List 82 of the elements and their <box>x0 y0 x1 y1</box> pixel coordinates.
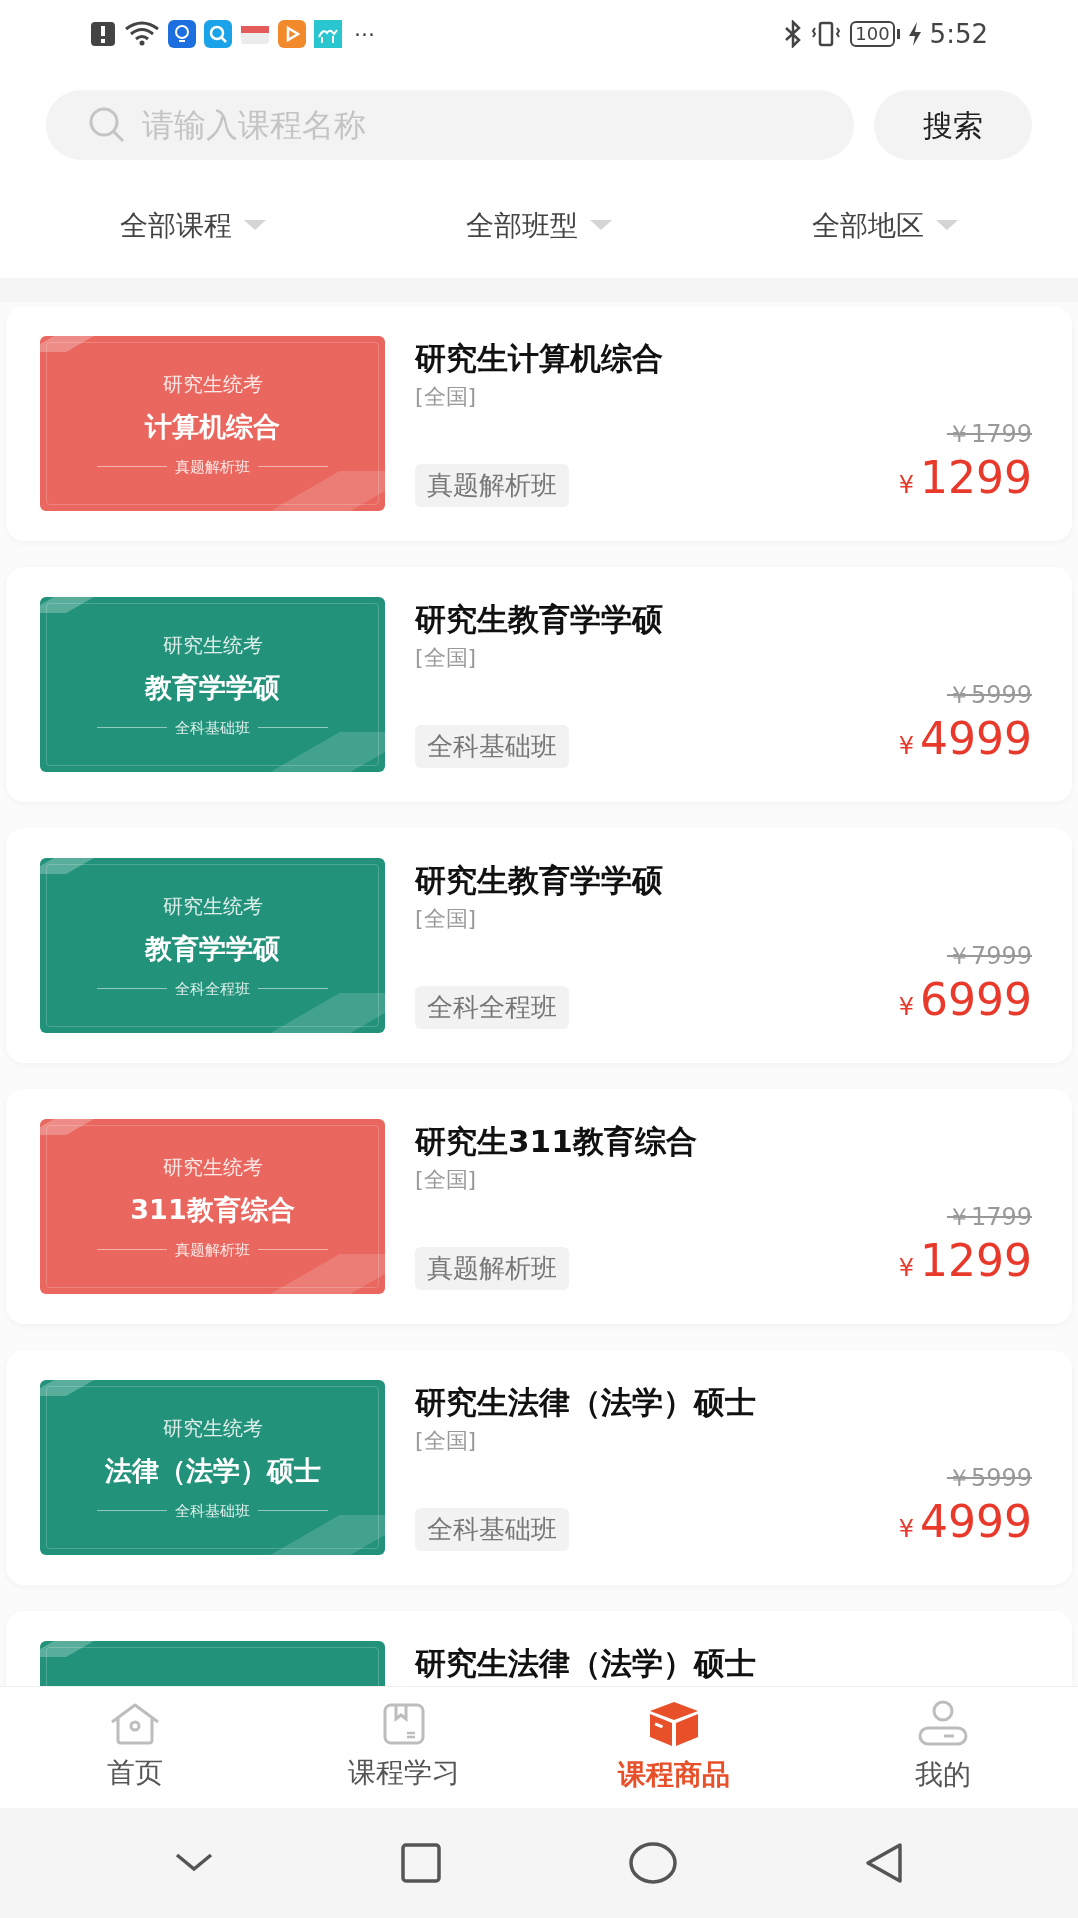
cover-caption: 真题解析班 <box>175 456 250 478</box>
course-title: 研究生教育学学硕 <box>415 600 664 639</box>
battery-indicator: 100 <box>850 21 900 47</box>
course-region: [全国] <box>415 644 478 672</box>
camel-app-icon <box>314 20 342 48</box>
search-app-icon <box>204 20 232 48</box>
class-type-tag: 真题解析班 <box>415 464 569 507</box>
course-card[interactable]: 研究生法律（法学）硕士 <box>6 1611 1072 1686</box>
sale-price: ¥1299 <box>898 1235 1032 1288</box>
nav-tab[interactable]: 我的 <box>853 1699 1034 1796</box>
course-region: [全国] <box>415 383 478 411</box>
sale-price: ¥4999 <box>898 1496 1032 1549</box>
cover-subtitle: 研究生统考 <box>162 1154 263 1181</box>
caret-icon <box>936 220 958 232</box>
corner-stripe <box>40 1641 94 1657</box>
course-card[interactable]: 研究生统考 计算机综合 真题解析班 研究生计算机综合 [全国] 真题解析班 ￥1799 ¥1299 <box>6 306 1072 541</box>
cover-title: 法律（法学）硕士 <box>104 1454 321 1488</box>
original-price: ￥1799 <box>946 419 1032 450</box>
sale-price: ¥6999 <box>898 974 1032 1027</box>
cover-caption: 全科基础班 <box>175 1500 250 1522</box>
course-title: 研究生计算机综合 <box>415 339 664 378</box>
course-title: 研究生教育学学硕 <box>415 861 664 900</box>
cover-caption: 真题解析班 <box>175 1239 250 1261</box>
course-title: 研究生法律（法学）硕士 <box>415 1383 757 1422</box>
home-circle-icon[interactable] <box>628 1842 677 1884</box>
filter-dropdown[interactable]: 全部课程 <box>120 205 266 247</box>
class-type-tag: 全科基础班 <box>415 725 569 768</box>
cover-subtitle: 研究生统考 <box>162 371 263 398</box>
bulb-app-icon <box>168 20 196 48</box>
original-price: ￥1799 <box>946 1202 1032 1233</box>
original-price: ￥5999 <box>946 1463 1032 1494</box>
course-region: [全国] <box>415 1427 478 1455</box>
clock-time: 5:52 <box>929 17 988 51</box>
charging-icon <box>907 21 922 47</box>
wifi-icon <box>124 21 160 47</box>
course-card[interactable]: 研究生统考 教育学学硕 全科基础班 研究生教育学学硕 [全国] 全科基础班 ￥5999 ¥4999 <box>6 567 1072 802</box>
filter-dropdown[interactable]: 全部班型 <box>466 205 612 247</box>
cover-title: 计算机综合 <box>145 410 280 444</box>
original-price: ￥7999 <box>946 941 1032 972</box>
class-type-tag: 真题解析班 <box>415 1247 569 1290</box>
class-type-tag: 全科基础班 <box>415 1508 569 1551</box>
caret-icon <box>590 220 612 232</box>
cover-title: 311教育综合 <box>130 1193 295 1227</box>
alert-icon <box>90 21 116 47</box>
cover-subtitle: 研究生统考 <box>162 893 263 920</box>
cover-title: 教育学学硕 <box>145 671 280 705</box>
course-card[interactable]: 研究生统考 法律（法学）硕士 全科基础班 研究生法律（法学）硕士 [全国] 全科基础班 ￥5999 ¥4999 <box>6 1350 1072 1585</box>
corner-stripe <box>40 597 94 613</box>
chevron-down-icon[interactable] <box>173 1852 214 1874</box>
sale-price: ¥4999 <box>898 713 1032 766</box>
nav-tab[interactable]: 课程学习 <box>314 1701 495 1794</box>
vibrate-icon <box>810 20 843 48</box>
sale-price: ¥1299 <box>898 452 1032 505</box>
corner-stripe <box>40 858 94 874</box>
cover-subtitle: 研究生统考 <box>162 1415 263 1442</box>
corner-stripe <box>40 1119 94 1135</box>
corner-stripe <box>40 1380 94 1396</box>
play-app-icon <box>278 20 306 48</box>
filter-dropdown[interactable]: 全部地区 <box>812 205 958 247</box>
corner-stripe <box>40 336 94 352</box>
back-icon[interactable] <box>864 1842 905 1884</box>
course-region: [全国] <box>415 1166 478 1194</box>
original-price: ￥5999 <box>946 680 1032 711</box>
class-type-tag: 全科全程班 <box>415 986 569 1029</box>
nav-tab[interactable]: 首页 <box>44 1701 225 1794</box>
bluetooth-icon <box>784 20 803 48</box>
notebook-icon <box>382 1701 427 1746</box>
nav-tab[interactable]: 课程商品 <box>583 1699 764 1796</box>
course-region: [全国] <box>415 905 478 933</box>
more-notifications: ··· <box>354 20 375 49</box>
search-button[interactable]: 搜索 <box>874 90 1032 160</box>
cover-caption: 全科基础班 <box>175 717 250 739</box>
course-title: 研究生法律（法学）硕士 <box>415 1644 757 1683</box>
cover-title: 教育学学硕 <box>145 932 280 966</box>
cover-caption: 全科全程班 <box>175 978 250 1000</box>
cover-subtitle: 研究生统考 <box>162 632 263 659</box>
course-card[interactable]: 研究生统考 311教育综合 真题解析班 研究生311教育综合 [全国] 真题解析班 ￥1799 ¥1299 <box>6 1089 1072 1324</box>
course-title: 研究生311教育综合 <box>415 1122 698 1161</box>
caret-icon <box>244 220 266 232</box>
recents-icon[interactable] <box>401 1843 442 1883</box>
search-icon <box>88 106 126 144</box>
course-card[interactable]: 研究生统考 教育学学硕 全科全程班 研究生教育学学硕 [全国] 全科全程班 ￥7999 ¥6999 <box>6 828 1072 1063</box>
